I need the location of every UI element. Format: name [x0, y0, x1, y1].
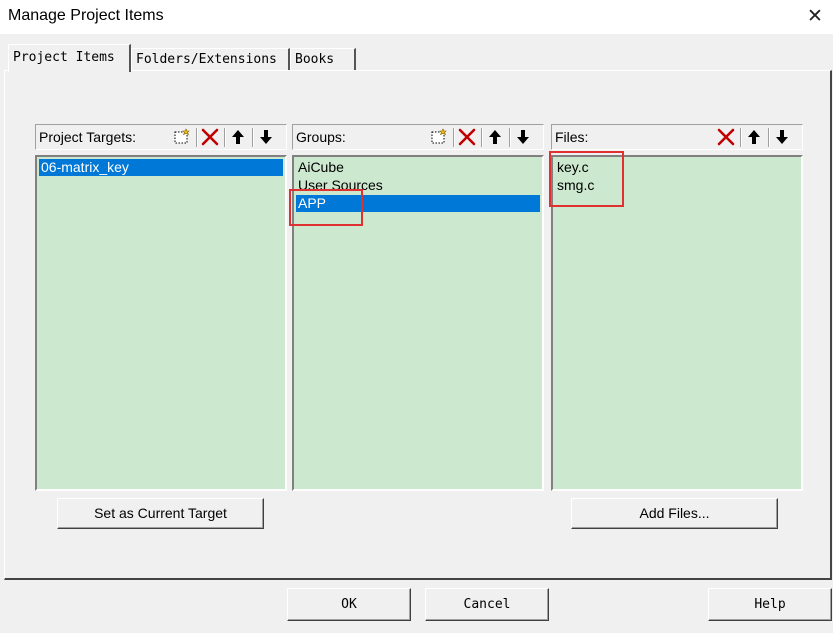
new-item-icon	[174, 128, 190, 144]
list-item-file[interactable]: smg.c	[555, 177, 799, 194]
list-item-group[interactable]: AiCube	[296, 159, 540, 176]
tab-folders-extensions[interactable]: Folders/Extensions	[131, 48, 290, 70]
targets-move-down-button[interactable]	[252, 127, 280, 148]
new-item-icon	[431, 128, 447, 144]
files-header: Files:	[551, 124, 803, 150]
list-item-target[interactable]: 06-matrix_key	[39, 159, 283, 176]
files-delete-button[interactable]	[712, 127, 740, 148]
targets-move-up-button[interactable]	[224, 127, 252, 148]
files-label: Files:	[555, 129, 589, 145]
set-current-target-button[interactable]: Set as Current Target	[57, 498, 264, 529]
delete-icon	[201, 128, 219, 146]
groups-move-down-button[interactable]	[509, 127, 537, 148]
close-icon[interactable]: ✕	[801, 3, 829, 29]
move-up-icon	[232, 130, 244, 144]
cancel-button[interactable]: Cancel	[425, 588, 549, 621]
targets-new-button[interactable]	[168, 127, 196, 148]
move-down-icon	[776, 130, 788, 144]
groups-new-button[interactable]	[425, 127, 453, 148]
targets-delete-button[interactable]	[196, 127, 224, 148]
groups-delete-button[interactable]	[453, 127, 481, 148]
window-title: Manage Project Items	[8, 7, 164, 24]
delete-icon	[717, 128, 735, 146]
list-item-group[interactable]: APP	[296, 195, 540, 212]
list-item-file[interactable]: key.c	[555, 159, 799, 176]
groups-move-up-button[interactable]	[481, 127, 509, 148]
title-bar: Manage Project Items ✕	[0, 0, 833, 34]
files-move-up-button[interactable]	[740, 127, 768, 148]
ok-button[interactable]: OK	[287, 588, 411, 621]
move-down-icon	[517, 130, 529, 144]
tab-project-items[interactable]: Project Items	[8, 44, 131, 72]
add-files-button[interactable]: Add Files...	[571, 498, 778, 529]
move-up-icon	[748, 130, 760, 144]
targets-list[interactable]: 06-matrix_key	[35, 155, 287, 491]
groups-label: Groups:	[296, 129, 346, 145]
targets-header: Project Targets:	[35, 124, 287, 150]
groups-list[interactable]: AiCube User Sources APP	[292, 155, 544, 491]
targets-label: Project Targets:	[39, 129, 137, 145]
files-list[interactable]: key.c smg.c	[551, 155, 803, 491]
delete-icon	[458, 128, 476, 146]
move-down-icon	[260, 130, 272, 144]
groups-header: Groups:	[292, 124, 544, 150]
move-up-icon	[489, 130, 501, 144]
help-button[interactable]: Help	[708, 588, 832, 621]
files-move-down-button[interactable]	[768, 127, 796, 148]
list-item-group[interactable]: User Sources	[296, 177, 540, 194]
tab-books[interactable]: Books	[290, 48, 356, 70]
